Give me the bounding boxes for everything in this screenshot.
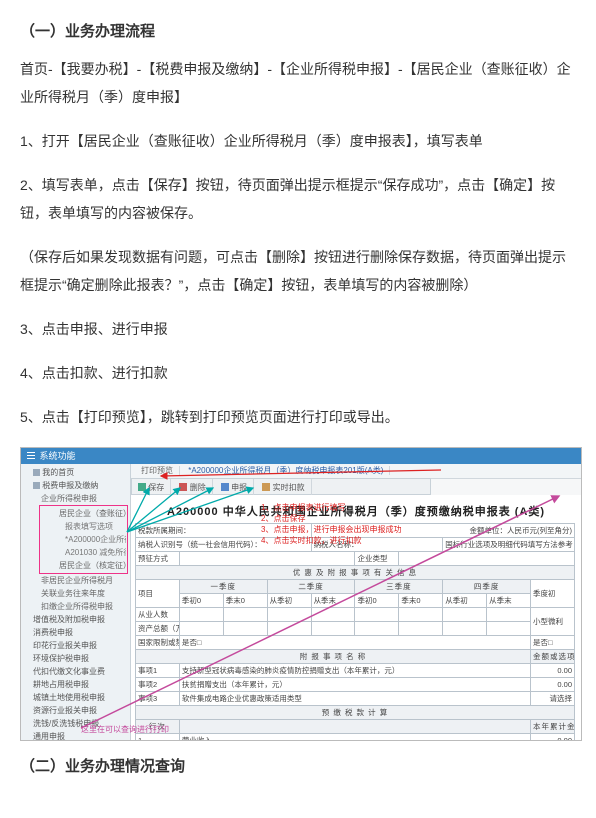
nav-resource[interactable]: 资源行业报关申报 xyxy=(23,704,128,717)
nav-stamp[interactable]: 印花行业报关申报 xyxy=(23,639,128,652)
tip-2: 2、点击保存 xyxy=(261,513,401,524)
items: 项目 xyxy=(136,580,180,608)
enterprise-type: 企业类型 xyxy=(355,552,399,566)
header-amount: 金额或选项 xyxy=(531,650,575,664)
red-tips: 1、点击申报表进行填写 2、点击保存 3、点击申报，进行申报会出现申报成功 4、… xyxy=(261,502,401,546)
prepay-method: 预征方式 xyxy=(136,552,180,566)
tip-1: 1、点击申报表进行填写 xyxy=(261,502,401,513)
doc-breadcrumb: 首页-【我要办税】-【税费申报及缴纳】-【企业所得税申报】-【居民企业（查账征收… xyxy=(20,55,576,111)
tab-bar: 打印预览 *A200000企业所得税月（季）度纳税申报表201版(A类) xyxy=(131,464,581,479)
nav-farmland[interactable]: 耕地占用税申报 xyxy=(23,678,128,691)
q1: 一季度 xyxy=(179,580,267,594)
top-bar-title: 系统功能 xyxy=(40,451,76,461)
employees: 从业人数 xyxy=(136,608,180,622)
tab-a200000[interactable]: *A200000企业所得税月（季）度纳税申报表201版(A类) xyxy=(182,466,390,475)
tab-print-preview[interactable]: 打印预览 xyxy=(135,466,180,475)
report-button[interactable]: 申报 xyxy=(215,479,254,496)
enterprise-type-val[interactable] xyxy=(399,552,575,566)
menu-icon[interactable] xyxy=(27,448,37,464)
header-preferential: 优 惠 及 附 报 事 项 有 关 信 息 xyxy=(136,566,575,580)
assets: 资产总额（万元） xyxy=(136,622,180,636)
q4: 四季度 xyxy=(443,580,531,594)
header-calc: 预 缴 税 款 计 算 xyxy=(136,706,575,720)
header-attached: 附 报 事 项 名 称 xyxy=(136,650,531,664)
nav-withhold-cit[interactable]: 扣缴企业所得税申报 xyxy=(23,600,128,613)
nav-nonresident[interactable]: 非居民企业所得税月 xyxy=(23,574,128,587)
doc-step-3: 3、点击申报、进行申报 xyxy=(20,315,576,343)
sidebar: 我的首页 税费申报及缴纳 企业所得税申报 居民企业（查账征） 报表填写选项 *A… xyxy=(21,464,131,740)
nav-consumption[interactable]: 消费税申报 xyxy=(23,626,128,639)
nav-home[interactable]: 我的首页 xyxy=(23,466,128,479)
tax-form-table: 税款所属期间： 金额单位：人民币元(列至角分) 纳税人识别号（统一社会信用代码）… xyxy=(135,523,575,741)
nav-urban-land[interactable]: 城镇土地使用税申报 xyxy=(23,691,128,704)
app-screenshot: 系统功能 想要打印表格的可以点击打印预览 我的首页 税费申报及缴纳 企业所得税申… xyxy=(20,447,582,741)
nav-declare[interactable]: 税费申报及缴纳 xyxy=(23,479,128,492)
restricted: 国家限制或禁止行业 xyxy=(136,636,180,650)
nav-resident-audit[interactable]: 居民企业（查账征） xyxy=(41,507,126,520)
nav-culture-fee[interactable]: 代扣代缴文化事业费 xyxy=(23,665,128,678)
prepay-method-val[interactable] xyxy=(179,552,355,566)
nav-cit[interactable]: 企业所得税申报 xyxy=(23,492,128,505)
nav-form-options[interactable]: 报表填写选项 xyxy=(41,520,126,533)
nav-resident-fixed[interactable]: 居民企业（核定征） xyxy=(41,559,126,572)
nav-a200000[interactable]: *A200000企业所得 xyxy=(41,533,126,546)
q3: 三季度 xyxy=(355,580,443,594)
nav-a201030[interactable]: A201030 减免所得 xyxy=(41,546,126,559)
quarter-init: 季度初 xyxy=(531,580,575,608)
delete-button[interactable]: 删除 xyxy=(173,479,212,496)
save-button[interactable]: 保存 xyxy=(132,479,171,496)
small-micro: 小型微利 xyxy=(531,608,575,636)
nav-env[interactable]: 环境保护税申报 xyxy=(23,652,128,665)
toolbar: 保存 删除 申报 实时扣款 xyxy=(131,478,431,495)
doc-step-4: 4、点击扣款、进行扣款 xyxy=(20,359,576,387)
top-bar: 系统功能 xyxy=(21,448,581,464)
tip-4: 4、点击实时扣款，进行扣款 xyxy=(261,535,401,546)
pay-button[interactable]: 实时扣款 xyxy=(256,479,311,496)
q2: 二季度 xyxy=(267,580,355,594)
tip-3: 3、点击申报，进行申报会出现申报成功 xyxy=(261,524,401,535)
doc-note: （保存后如果发现数据有问题，可点击【删除】按钮进行删除保存数据，待页面弹出提示框… xyxy=(20,243,576,299)
section-heading-2: （二）业务办理情况查询 xyxy=(20,755,576,776)
section-heading: （一）业务办理流程 xyxy=(20,20,576,41)
doc-step-5: 5、点击【打印预览】，跳转到打印预览页面进行打印或导出。 xyxy=(20,403,576,431)
industry-help-label: 国标行业选项及明细代码填写方法参考 xyxy=(443,538,575,552)
doc-step-1: 1、打开【居民企业（查账征收）企业所得税月（季）度申报表】，填写表单 xyxy=(20,127,576,155)
nav-vat[interactable]: 增值税及附加税申报 xyxy=(23,613,128,626)
pink-note: 这里在可以查询进行打印 xyxy=(81,724,169,735)
nav-related[interactable]: 关联业务往来年度 xyxy=(23,587,128,600)
doc-step-2: 2、填写表单，点击【保存】按钮，待页面弹出提示框提示“保存成功”，点击【确定】按… xyxy=(20,171,576,227)
